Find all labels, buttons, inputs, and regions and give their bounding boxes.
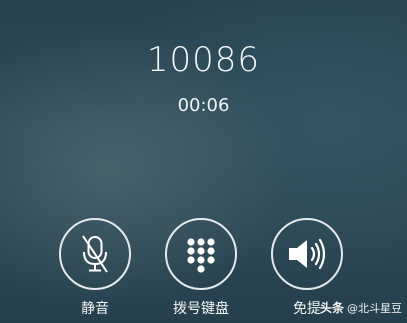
speaker-icon [289,238,326,270]
keypad-button[interactable]: 拨号键盘 [161,214,245,323]
microphone-muted-icon [82,235,108,273]
call-timer: 00:06 [177,95,230,116]
speaker-button-ring[interactable] [271,218,343,290]
watermark-brand: 头条 [319,301,344,315]
mute-button-ring[interactable] [59,218,131,290]
mute-button[interactable]: 静音 [55,214,139,323]
mute-label: 静音 [81,301,109,317]
caller-number: 10086 [146,40,261,80]
watermark: 头条 @北斗星豆 [290,298,402,318]
dialpad-icon [187,238,215,273]
call-screen: 10086 00:06 静音 拨号键盘 免提 头条 @北斗星豆 [0,0,407,323]
watermark-author: @北斗星豆 [347,302,402,315]
keypad-label: 拨号键盘 [173,301,229,317]
keypad-button-ring[interactable] [165,218,237,290]
